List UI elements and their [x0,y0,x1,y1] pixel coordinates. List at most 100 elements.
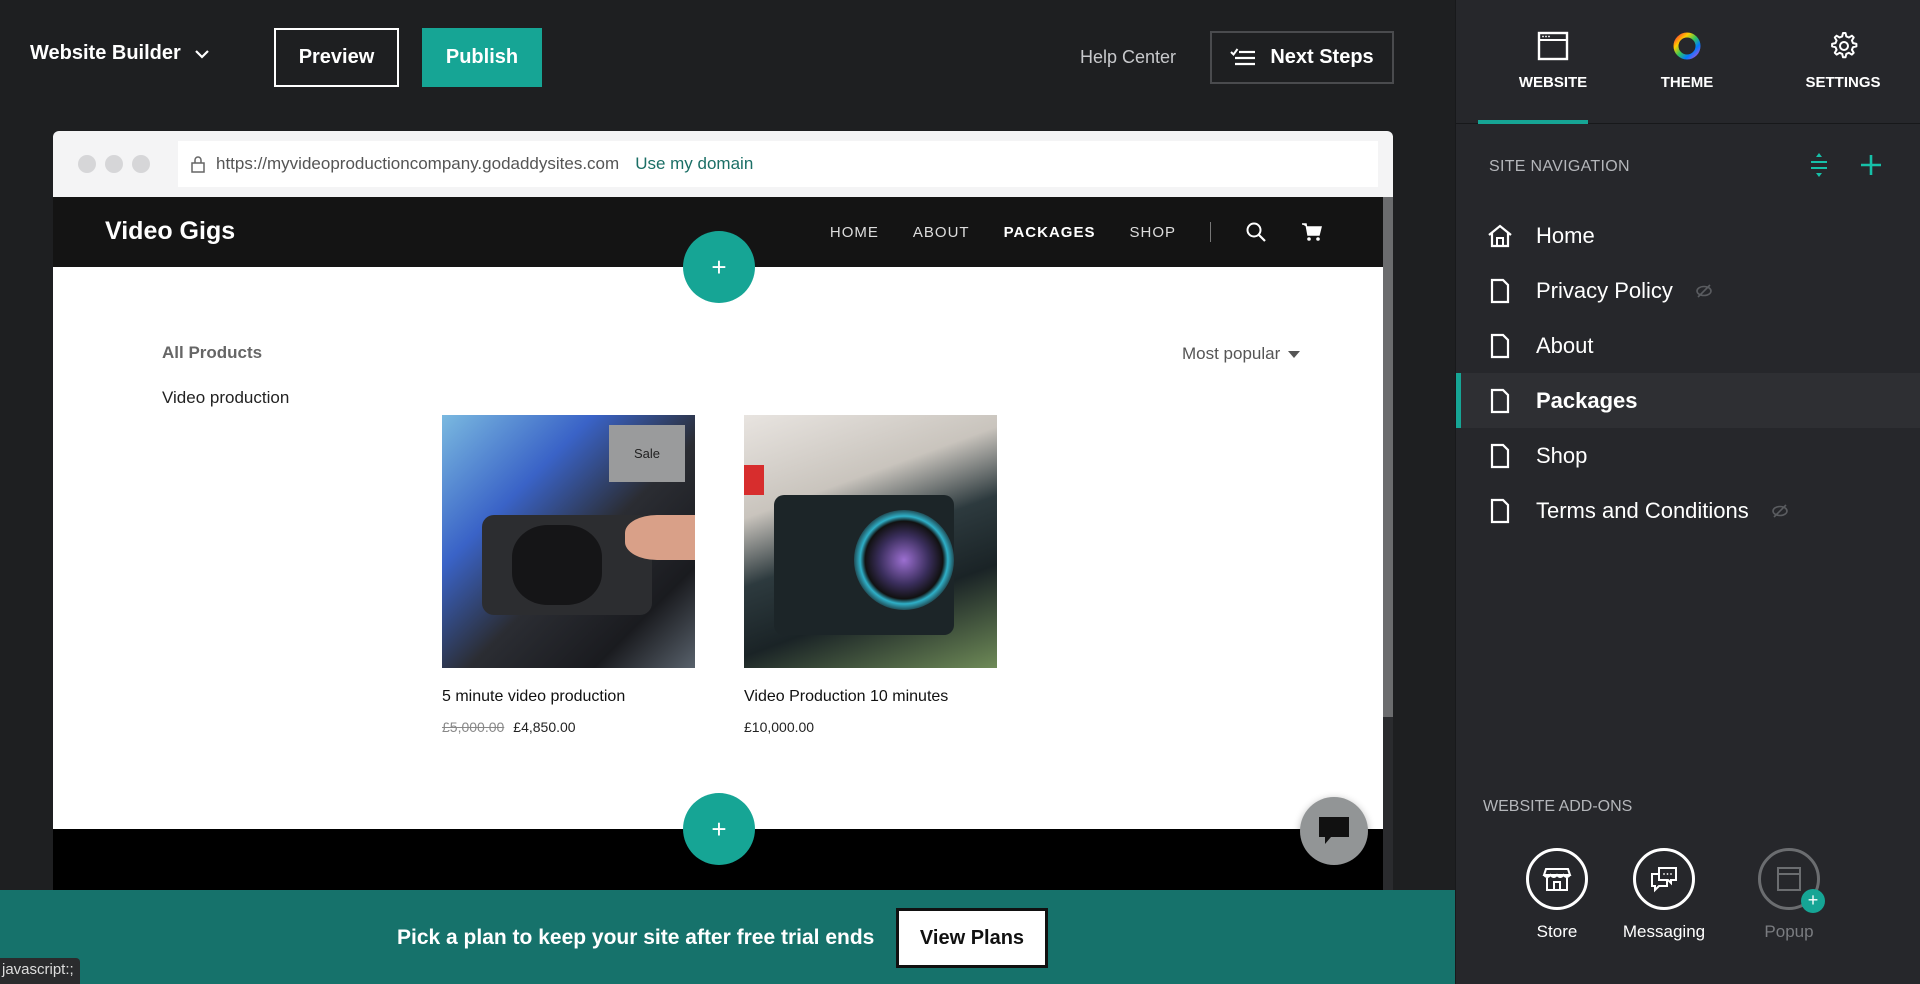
category-link[interactable]: Video production [162,388,289,408]
product-price: £10,000.00 [744,719,815,735]
brand-label: Website Builder [30,42,181,64]
scrollbar-thumb[interactable] [1383,197,1393,717]
site-nav-packages[interactable]: PACKAGES [1004,224,1096,241]
site-nav-home[interactable]: HOME [830,224,879,241]
add-section-button[interactable]: + [683,231,755,303]
next-steps-button[interactable]: Next Steps [1210,31,1394,84]
page-label: Privacy Policy [1536,277,1673,303]
site-nav: HOME ABOUT PACKAGES SHOP [830,197,1323,267]
product-image[interactable] [744,415,997,668]
cart-icon[interactable] [1301,221,1323,243]
home-icon [1488,224,1512,247]
add-addon-icon[interactable]: + [1801,889,1825,913]
nav-divider [1210,222,1211,242]
gear-icon [1831,32,1858,59]
panel-tabs: WEBSITE THEME SETTINGS [1456,0,1920,124]
tab-label: WEBSITE [1518,74,1588,91]
product-name[interactable]: 5 minute video production [442,688,695,706]
lock-icon [191,156,205,173]
page-icon [1490,278,1510,303]
checklist-icon [1230,47,1256,65]
color-wheel-icon [1673,32,1701,60]
sort-dropdown[interactable]: Most popular [1182,344,1301,364]
tab-label: THEME [1660,74,1714,91]
page-item-home[interactable]: Home [1456,208,1920,263]
addon-store[interactable]: Store [1456,848,1612,942]
site-navigation-title: SITE NAVIGATION [1489,158,1630,175]
editor-panel: WEBSITE THEME SETTINGS SITE NAVIGATION H… [1455,0,1920,984]
page-list: Home Privacy Policy About Packages Shop … [1456,208,1920,538]
tab-settings[interactable]: SETTINGS [1768,30,1918,91]
trial-banner: Pick a plan to keep your site after free… [0,890,1455,984]
caret-down-icon [1288,350,1301,358]
page-icon [1490,498,1510,523]
reorder-icon[interactable] [1806,152,1832,178]
add-page-icon[interactable] [1858,152,1884,178]
publish-button[interactable]: Publish [422,28,542,87]
addon-label: Popup [1764,922,1814,941]
page-item-shop[interactable]: Shop [1456,428,1920,483]
product-old-price: £5,000.00 [442,719,505,735]
addon-label: Messaging [1622,922,1706,941]
tab-website[interactable]: WEBSITE [1478,30,1628,91]
page-label: Terms and Conditions [1536,497,1749,523]
website-builder-menu[interactable]: Website Builder [30,42,211,65]
addon-circle [1526,848,1588,910]
product-prices: £10,000.00 [744,719,997,735]
site-nav-about[interactable]: ABOUT [913,224,970,241]
site-canvas: Video Gigs HOME ABOUT PACKAGES SHOP + Al… [53,197,1383,891]
addon-circle [1633,848,1695,910]
camera-lens-shape [512,525,602,605]
product-image[interactable]: Sale [442,415,695,668]
product-price: £4,850.00 [513,719,576,735]
chat-bubble-icon [1319,817,1349,844]
camera-detail-shape [744,465,764,495]
page-label: Shop [1536,442,1588,468]
product-card[interactable]: Video Production 10 minutes £10,000.00 [744,415,997,735]
help-center-link[interactable]: Help Center [1080,47,1176,68]
chevron-down-icon [195,49,209,59]
browser-window-icon [1537,31,1569,61]
page-label: Packages [1536,387,1638,413]
use-my-domain-link[interactable]: Use my domain [635,154,753,174]
page-item-terms-and-conditions[interactable]: Terms and Conditions [1456,483,1920,538]
active-tab-indicator [1478,120,1588,124]
page-item-packages[interactable]: Packages [1456,373,1920,428]
addon-circle: + [1758,848,1825,913]
window-dot [78,155,96,173]
view-plans-button[interactable]: View Plans [896,908,1048,968]
window-controls [78,155,150,173]
preview-scrollbar[interactable] [1383,197,1393,891]
url-bar: https://myvideoproductioncompany.godaddy… [178,141,1378,187]
product-card[interactable]: Sale 5 minute video production £5,000.00… [442,415,695,735]
tab-theme[interactable]: THEME [1612,30,1762,91]
site-nav-shop[interactable]: SHOP [1129,224,1176,241]
window-dot [105,155,123,173]
addon-popup[interactable]: + Popup [1734,848,1844,942]
top-toolbar: Website Builder Preview Publish Help Cen… [0,0,1455,115]
preview-button[interactable]: Preview [274,28,399,87]
site-preview: https://myvideoproductioncompany.godaddy… [53,131,1393,891]
eye-hidden-icon [1771,503,1788,518]
addon-messaging[interactable]: Messaging [1609,848,1719,942]
chat-button[interactable] [1300,797,1368,865]
page-icon [1490,333,1510,358]
sort-value: Most popular [1182,344,1281,363]
store-icon [1542,868,1572,891]
add-section-button[interactable]: + [683,793,755,865]
messaging-icon [1651,867,1677,893]
tab-label: SETTINGS [1805,74,1881,91]
banner-text: Pick a plan to keep your site after free… [397,926,875,949]
window-dot [132,155,150,173]
page-item-about[interactable]: About [1456,318,1920,373]
product-name[interactable]: Video Production 10 minutes [744,688,997,706]
popup-icon [1777,867,1801,891]
camera-lens-shape [854,510,954,610]
search-icon[interactable] [1245,221,1267,243]
browser-chrome: https://myvideoproductioncompany.godaddy… [53,131,1393,197]
sale-badge: Sale [609,425,685,482]
website-addons-title: WEBSITE ADD-ONS [1483,798,1633,815]
page-label: Home [1536,222,1595,248]
site-logo[interactable]: Video Gigs [105,217,235,246]
page-item-privacy-policy[interactable]: Privacy Policy [1456,263,1920,318]
